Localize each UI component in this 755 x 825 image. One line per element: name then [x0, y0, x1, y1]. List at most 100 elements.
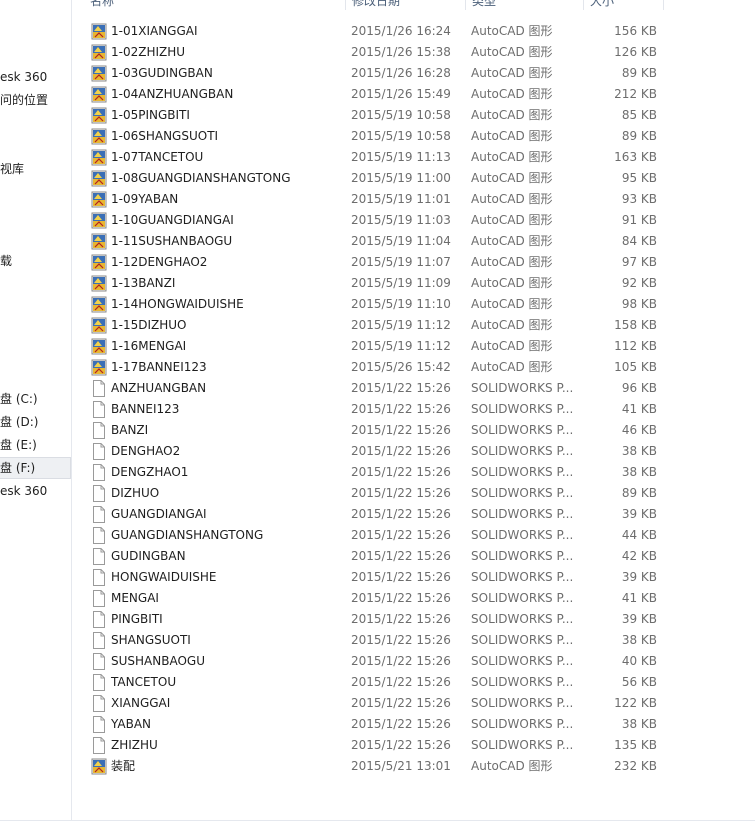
file-row[interactable]: 1-14HONGWAIDUISHE 2015/5/19 11:10 AutoCAD … — [72, 294, 755, 315]
nav-item[interactable]: esk 360 — [0, 480, 70, 502]
file-row[interactable]: ANZHUANGBAN 2015/1/22 15:26 SOLIDWORKS P..… — [72, 378, 755, 399]
nav-item[interactable]: 盘 (C:) — [0, 388, 70, 410]
file-row[interactable]: HONGWAIDUISHE 2015/1/22 15:26 SOLIDWORKS P… — [72, 567, 755, 588]
file-type: SOLIDWORKS P... — [471, 591, 574, 605]
file-row[interactable]: BANNEI123 2015/1/22 15:26 SOLIDWORKS P... 4… — [72, 399, 755, 420]
blank-file-icon — [91, 569, 107, 586]
file-row[interactable]: YABAN 2015/1/22 15:26 SOLIDWORKS P... 38 KB — [72, 714, 755, 735]
file-name: ZHIZHU — [111, 738, 158, 752]
file-name: TANCETOU — [111, 675, 177, 689]
file-row[interactable]: MENGAI 2015/1/22 15:26 SOLIDWORKS P... 41 K… — [72, 588, 755, 609]
column-header-date[interactable]: 修改日期 — [346, 0, 466, 10]
file-row[interactable]: 1-10GUANGDIANGAI 2015/5/19 11:03 AutoCAD 图… — [72, 210, 755, 231]
file-type: SOLIDWORKS P... — [471, 402, 574, 416]
file-size: 163 KB — [614, 150, 657, 164]
file-type: AutoCAD 图形 — [471, 360, 553, 374]
column-header: 名称 修改日期 类型 大小 — [72, 0, 755, 10]
file-row[interactable]: DIZHUO 2015/1/22 15:26 SOLIDWORKS P... 89 K… — [72, 483, 755, 504]
file-size: 41 KB — [621, 402, 657, 416]
file-size: 41 KB — [621, 591, 657, 605]
autocad-drawing-icon — [91, 149, 107, 166]
file-date-modified: 2015/5/19 10:58 — [351, 108, 451, 122]
file-row[interactable]: DENGZHAO1 2015/1/22 15:26 SOLIDWORKS P... 3… — [72, 462, 755, 483]
nav-item[interactable]: esk 360 — [0, 66, 70, 88]
autocad-drawing-icon — [91, 65, 107, 82]
file-row[interactable]: 1-07TANCETOU 2015/5/19 11:13 AutoCAD 图形 163… — [72, 147, 755, 168]
nav-item[interactable]: 盘 (F:) — [0, 457, 71, 479]
file-row[interactable]: 1-15DIZHUO 2015/5/19 11:12 AutoCAD 图形 158 K… — [72, 315, 755, 336]
nav-item[interactable]: 载 — [0, 250, 70, 272]
file-name: 1-17BANNEI123 — [111, 360, 207, 374]
file-name: SHANGSUOTI — [111, 633, 191, 647]
file-type: AutoCAD 图形 — [471, 24, 553, 38]
file-row[interactable]: 1-01XIANGGAI 2015/1/26 16:24 AutoCAD 图形 156… — [72, 21, 755, 42]
nav-item[interactable]: 问的位置 — [0, 89, 70, 111]
file-size: 93 KB — [621, 192, 657, 206]
file-row[interactable]: SHANGSUOTI 2015/1/22 15:26 SOLIDWORKS P...… — [72, 630, 755, 651]
file-size: 38 KB — [621, 444, 657, 458]
file-row[interactable]: 1-09YABAN 2015/5/19 11:01 AutoCAD 图形 93 KB — [72, 189, 755, 210]
file-date-modified: 2015/1/22 15:26 — [351, 528, 451, 542]
file-row[interactable]: 1-04ANZHUANGBAN 2015/1/26 15:49 AutoCAD 图形… — [72, 84, 755, 105]
file-row[interactable]: 1-02ZHIZHU 2015/1/26 15:38 AutoCAD 图形 126 K… — [72, 42, 755, 63]
file-row[interactable]: 1-05PINGBITI 2015/5/19 10:58 AutoCAD 图形 85 … — [72, 105, 755, 126]
file-date-modified: 2015/5/26 15:42 — [351, 360, 451, 374]
file-row[interactable]: XIANGGAI 2015/1/22 15:26 SOLIDWORKS P... 12… — [72, 693, 755, 714]
file-row[interactable]: TANCETOU 2015/1/22 15:26 SOLIDWORKS P... 56… — [72, 672, 755, 693]
file-size: 91 KB — [621, 213, 657, 227]
file-size: 38 KB — [621, 633, 657, 647]
autocad-drawing-icon — [91, 359, 107, 376]
file-date-modified: 2015/5/19 11:03 — [351, 213, 451, 227]
file-row[interactable]: GUANGDIANGAI 2015/1/22 15:26 SOLIDWORKS P.… — [72, 504, 755, 525]
file-row[interactable]: ZHIZHU 2015/1/22 15:26 SOLIDWORKS P... 135 … — [72, 735, 755, 756]
blank-file-icon — [91, 485, 107, 502]
file-row[interactable]: 1-03GUDINGBAN 2015/1/26 16:28 AutoCAD 图形 89… — [72, 63, 755, 84]
file-row[interactable]: BANZI 2015/1/22 15:26 SOLIDWORKS P... 46 KB — [72, 420, 755, 441]
column-header-type[interactable]: 类型 — [466, 0, 584, 10]
nav-item[interactable]: 视库 — [0, 158, 70, 180]
file-row[interactable]: 1-17BANNEI123 2015/5/26 15:42 AutoCAD 图形 10… — [72, 357, 755, 378]
file-row[interactable]: GUANGDIANSHANGTONG 2015/1/22 15:26 SOLIDWO… — [72, 525, 755, 546]
blank-file-icon — [91, 611, 107, 628]
file-name: DENGHAO2 — [111, 444, 181, 458]
file-date-modified: 2015/1/22 15:26 — [351, 507, 451, 521]
file-name: 1-03GUDINGBAN — [111, 66, 213, 80]
file-date-modified: 2015/1/22 15:26 — [351, 402, 451, 416]
file-date-modified: 2015/5/19 11:09 — [351, 276, 451, 290]
blank-file-icon — [91, 590, 107, 607]
file-row[interactable]: 1-16MENGAI 2015/5/19 11:12 AutoCAD 图形 112 K… — [72, 336, 755, 357]
file-row[interactable]: 1-06SHANGSUOTI 2015/5/19 10:58 AutoCAD 图形 8… — [72, 126, 755, 147]
file-name: 1-16MENGAI — [111, 339, 187, 353]
navigation-pane[interactable]: esk 360 问的位置 视库载盘 (C:) 盘 (D:) 盘 (E:) 盘 (F:) es… — [0, 0, 72, 824]
file-name: 1-15DIZHUO — [111, 318, 187, 332]
blank-file-icon — [91, 464, 107, 481]
file-size: 126 KB — [614, 45, 657, 59]
file-row[interactable]: SUSHANBAOGU 2015/1/22 15:26 SOLIDWORKS P..… — [72, 651, 755, 672]
file-date-modified: 2015/1/22 15:26 — [351, 717, 451, 731]
nav-item[interactable]: 盘 (E:) — [0, 434, 70, 456]
file-name: 1-11SUSHANBAOGU — [111, 234, 233, 248]
file-row[interactable]: PINGBITI 2015/1/22 15:26 SOLIDWORKS P... 39… — [72, 609, 755, 630]
file-row[interactable]: 1-12DENGHAO2 2015/5/19 11:07 AutoCAD 图形 97 … — [72, 252, 755, 273]
nav-item[interactable]: 盘 (D:) — [0, 411, 70, 433]
file-row[interactable]: 装配 2015/5/21 13:01 AutoCAD 图形 232 KB — [72, 756, 755, 777]
file-row[interactable]: 1-11SUSHANBAOGU 2015/5/19 11:04 AutoCAD 图形… — [72, 231, 755, 252]
file-name: SUSHANBAOGU — [111, 654, 205, 668]
file-type: AutoCAD 图形 — [471, 339, 553, 353]
column-header-name[interactable]: 名称 — [84, 0, 346, 10]
file-row[interactable]: 1-13BANZI 2015/5/19 11:09 AutoCAD 图形 92 KB — [72, 273, 755, 294]
file-row[interactable]: DENGHAO2 2015/1/22 15:26 SOLIDWORKS P... 38… — [72, 441, 755, 462]
file-date-modified: 2015/1/22 15:26 — [351, 570, 451, 584]
file-type: AutoCAD 图形 — [471, 66, 553, 80]
file-size: 105 KB — [614, 360, 657, 374]
file-name: 1-06SHANGSUOTI — [111, 129, 219, 143]
file-type: AutoCAD 图形 — [471, 192, 553, 206]
file-size: 44 KB — [621, 528, 657, 542]
column-header-size[interactable]: 大小 — [584, 0, 664, 10]
file-type: AutoCAD 图形 — [471, 129, 553, 143]
file-size: 97 KB — [621, 255, 657, 269]
file-row[interactable]: 1-08GUANGDIANSHANGTONG 2015/5/19 11:00 Aut… — [72, 168, 755, 189]
file-row[interactable]: GUDINGBAN 2015/1/22 15:26 SOLIDWORKS P... 4… — [72, 546, 755, 567]
autocad-drawing-icon — [91, 128, 107, 145]
file-type: AutoCAD 图形 — [471, 255, 553, 269]
